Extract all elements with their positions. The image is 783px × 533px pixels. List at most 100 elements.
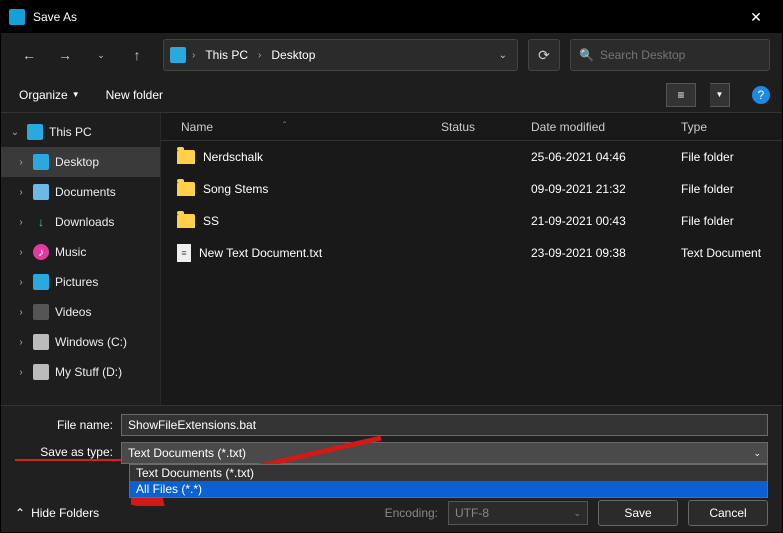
chevron-right-icon: › <box>15 367 27 378</box>
sidebar-label: This PC <box>49 125 92 139</box>
folder-icon <box>177 214 195 228</box>
sidebar-label: Videos <box>55 305 91 319</box>
column-headers: Name ˆ Status Date modified Type <box>161 113 782 141</box>
file-date: 23-09-2021 09:38 <box>531 246 681 260</box>
chevron-right-icon: › <box>15 307 27 318</box>
back-button[interactable]: ← <box>13 39 45 71</box>
save-as-type-label: Save as type: <box>15 445 121 461</box>
window-title: Save As <box>33 10 77 24</box>
chevron-right-icon: › <box>15 217 27 228</box>
sidebar-item-music[interactable]: › ♪ Music <box>1 237 160 267</box>
encoding-label: Encoding: <box>385 506 438 520</box>
pc-icon <box>27 124 43 140</box>
chevron-right-icon: › <box>15 157 27 168</box>
up-button[interactable]: ↑ <box>121 39 153 71</box>
nav-bar: ← → ⌄ ↑ › This PC › Desktop ⌄ ⟳ 🔍 <box>1 33 782 77</box>
hide-folders-toggle[interactable]: ⌃ Hide Folders <box>15 506 99 520</box>
type-option-txt[interactable]: Text Documents (*.txt) <box>130 465 767 481</box>
toolbar: Organize ▼ New folder ≡ ▼ ? <box>1 77 782 113</box>
sidebar-root-this-pc[interactable]: ⌄ This PC <box>1 117 160 147</box>
downloads-icon: ↓ <box>33 214 49 230</box>
file-type: File folder <box>681 150 782 164</box>
sidebar-item-drive-c[interactable]: › Windows (C:) <box>1 327 160 357</box>
view-button[interactable]: ≡ <box>666 83 696 107</box>
column-header-status[interactable]: Status <box>441 120 531 134</box>
search-box[interactable]: 🔍 <box>570 39 770 71</box>
file-type: File folder <box>681 182 782 196</box>
file-type: File folder <box>681 214 782 228</box>
chevron-right-icon: › <box>15 247 27 258</box>
sidebar-label: Documents <box>55 185 116 199</box>
type-option-all-files[interactable]: All Files (*.*) <box>130 481 767 497</box>
address-bar[interactable]: › This PC › Desktop ⌄ <box>163 39 518 71</box>
column-header-date[interactable]: Date modified <box>531 120 681 134</box>
sidebar-label: Desktop <box>55 155 99 169</box>
refresh-button[interactable]: ⟳ <box>528 39 560 71</box>
music-icon: ♪ <box>33 244 49 260</box>
file-date: 25-06-2021 04:46 <box>531 150 681 164</box>
organize-label: Organize <box>19 88 68 102</box>
sidebar-label: Music <box>55 245 86 259</box>
address-dropdown[interactable]: ⌄ <box>495 46 511 65</box>
organize-menu[interactable]: Organize ▼ <box>13 84 86 106</box>
folder-icon <box>177 182 195 196</box>
cancel-button[interactable]: Cancel <box>688 500 768 526</box>
file-row[interactable]: Nerdschalk 25-06-2021 04:46File folder <box>161 141 782 173</box>
sidebar: ⌄ This PC › Desktop › Documents › ↓ Down… <box>1 113 161 405</box>
chevron-down-icon: ⌄ <box>9 127 21 138</box>
sidebar-item-drive-d[interactable]: › My Stuff (D:) <box>1 357 160 387</box>
sort-indicator-icon: ˆ <box>283 121 286 132</box>
encoding-value: UTF-8 <box>455 506 489 520</box>
column-header-type[interactable]: Type <box>681 120 782 134</box>
sidebar-item-pictures[interactable]: › Pictures <box>1 267 160 297</box>
close-button[interactable]: ✕ <box>734 1 778 33</box>
file-name: Song Stems <box>203 182 268 196</box>
filename-input[interactable] <box>121 414 768 436</box>
sidebar-item-downloads[interactable]: › ↓ Downloads <box>1 207 160 237</box>
chevron-right-icon: › <box>15 337 27 348</box>
column-label: Name <box>181 120 213 134</box>
breadcrumb-root[interactable]: This PC <box>201 46 252 64</box>
chevron-up-icon: ⌃ <box>15 506 25 520</box>
file-date: 09-09-2021 21:32 <box>531 182 681 196</box>
search-input[interactable] <box>600 48 761 62</box>
sidebar-item-desktop[interactable]: › Desktop <box>1 147 160 177</box>
column-header-name[interactable]: Name ˆ <box>161 120 441 134</box>
file-row[interactable]: New Text Document.txt23-09-2021 09:38Tex… <box>161 237 782 269</box>
chevron-down-icon: ⌄ <box>753 448 761 459</box>
chevron-right-icon: › <box>15 187 27 198</box>
chevron-right-icon: › <box>15 277 27 288</box>
drive-icon <box>33 334 49 350</box>
chevron-right-icon: › <box>258 50 261 61</box>
new-folder-button[interactable]: New folder <box>100 84 169 106</box>
sidebar-item-videos[interactable]: › Videos <box>1 297 160 327</box>
text-file-icon <box>177 244 191 262</box>
bottom-panel: File name: Save as type: Text Documents … <box>1 405 782 532</box>
breadcrumb-current[interactable]: Desktop <box>267 46 319 64</box>
encoding-select[interactable]: UTF-8 ⌄ <box>448 501 588 525</box>
sidebar-label: Windows (C:) <box>55 335 127 349</box>
sidebar-item-documents[interactable]: › Documents <box>1 177 160 207</box>
hide-folders-label: Hide Folders <box>31 506 99 520</box>
documents-icon <box>33 184 49 200</box>
save-as-type-dropdown: Text Documents (*.txt) All Files (*.*) <box>129 464 768 498</box>
recent-dropdown[interactable]: ⌄ <box>85 39 117 71</box>
pc-icon <box>170 47 186 63</box>
forward-button[interactable]: → <box>49 39 81 71</box>
search-icon: 🔍 <box>579 48 594 62</box>
filename-label: File name: <box>15 418 121 432</box>
save-button[interactable]: Save <box>598 500 678 526</box>
help-button[interactable]: ? <box>752 86 770 104</box>
chevron-down-icon: ▼ <box>72 90 80 99</box>
sidebar-label: My Stuff (D:) <box>55 365 122 379</box>
pictures-icon <box>33 274 49 290</box>
file-name: Nerdschalk <box>203 150 263 164</box>
chevron-down-icon: ⌄ <box>573 508 581 519</box>
file-date: 21-09-2021 00:43 <box>531 214 681 228</box>
view-dropdown[interactable]: ▼ <box>710 83 730 107</box>
file-row[interactable]: SS21-09-2021 00:43File folder <box>161 205 782 237</box>
file-row[interactable]: Song Stems 09-09-2021 21:32File folder <box>161 173 782 205</box>
folder-icon <box>177 150 195 164</box>
sidebar-label: Downloads <box>55 215 114 229</box>
file-type: Text Document <box>681 246 782 260</box>
